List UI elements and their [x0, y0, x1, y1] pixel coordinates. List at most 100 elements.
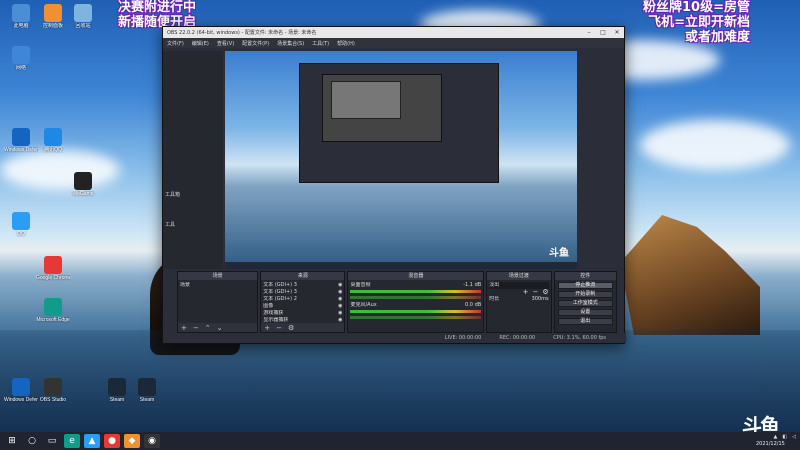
transition-duration[interactable]: 时长 300ms — [489, 296, 548, 303]
volume-slider[interactable] — [350, 316, 482, 319]
desktop-icon[interactable]: QQ — [4, 210, 38, 246]
settings-button[interactable]: 设置 — [557, 309, 614, 316]
task-view-icon[interactable]: ▭ — [44, 434, 60, 448]
network-icon — [12, 46, 30, 64]
remove-icon[interactable]: − — [276, 324, 282, 332]
desktop-icon[interactable]: WeGame — [66, 170, 100, 206]
volume-tray-icon[interactable]: ◁ — [792, 434, 796, 440]
add-icon[interactable]: + — [264, 324, 270, 332]
minimize-icon[interactable]: – — [582, 29, 596, 36]
menu-tools[interactable]: 工具(T) — [312, 40, 329, 47]
steam-icon — [108, 378, 126, 396]
down-icon[interactable]: ⌄ — [217, 324, 223, 332]
desktop-icon[interactable]: Steam — [130, 376, 164, 412]
desktop-icon[interactable]: 此电脑 — [4, 2, 38, 38]
start-recording-button[interactable]: 开始录制 — [557, 291, 614, 298]
desktop-icon[interactable]: 腾讯QQ — [36, 126, 70, 162]
menu-help[interactable]: 帮助(H) — [337, 40, 355, 47]
add-icon[interactable]: + — [181, 324, 187, 332]
gear-icon[interactable]: ⚙ — [288, 324, 294, 332]
source-item[interactable]: 文本 (GDI+) 3 ◉ — [263, 282, 342, 289]
menu-profile[interactable]: 配置文件(P) — [242, 40, 269, 47]
sources-dock: 来源 文本 (GDI+) 3 ◉ 文本 (GDI+) 3 ◉ 文本 (GDI+) 2… — [260, 271, 346, 333]
remove-icon[interactable]: − — [193, 324, 199, 332]
scenes-toolbar: + − ⌃ ⌄ — [178, 323, 258, 332]
obs-taskbar-icon[interactable]: ◉ — [144, 434, 160, 448]
rock-formation — [620, 215, 760, 335]
obs-window[interactable]: OBS 22.0.2 (64-bit, windows) - 配置文件: 未命名… — [162, 26, 626, 344]
source-item[interactable]: 图像 ◉ — [263, 303, 342, 310]
menu-scene-collection[interactable]: 场景集合(S) — [277, 40, 304, 47]
store-taskbar-icon[interactable]: ▲ — [84, 434, 100, 448]
desktop-icon[interactable]: Google Chrome — [36, 254, 70, 290]
start-icon[interactable]: ⊞ — [4, 434, 20, 448]
scenes-dock: 场景 场景 + − ⌃ ⌄ — [177, 271, 259, 333]
obs-titlebar[interactable]: OBS 22.0.2 (64-bit, windows) - 配置文件: 未命名… — [163, 27, 624, 38]
tray-icon[interactable]: ▲ — [774, 434, 778, 440]
edge-icon — [44, 298, 62, 316]
search-icon[interactable]: ○ — [24, 434, 40, 448]
scenes-title: 场景 — [178, 272, 258, 280]
system-tray: ▲ ◧ ◁ — [774, 434, 796, 440]
mixer-title: 混音器 — [348, 272, 484, 280]
gear-icon[interactable]: ⚙ — [542, 289, 548, 296]
live-timer: LIVE: 00:00:00 — [444, 335, 482, 341]
obs-left-panel: 工具箱 工具 — [163, 51, 223, 269]
network-tray-icon[interactable]: ◧ — [782, 434, 787, 440]
menu-file[interactable]: 文件(F) — [167, 40, 184, 47]
transition-type-select[interactable]: 淡出 — [489, 282, 549, 289]
sources-toolbar: + − ⚙ — [261, 323, 345, 332]
taskbar-date: 2021/12/15 — [756, 441, 785, 447]
obs-icon — [44, 378, 62, 396]
source-item[interactable]: 游戏捕获 ◉ — [263, 310, 342, 317]
exit-button[interactable]: 退出 — [557, 318, 614, 325]
scene-item[interactable]: 场景 — [180, 282, 255, 289]
desktop-icon[interactable]: Windows Defender — [4, 376, 38, 412]
volume-slider[interactable] — [350, 296, 482, 299]
remove-icon[interactable]: − — [532, 289, 538, 296]
desktop-icon[interactable]: OBS Studio — [36, 376, 70, 412]
edge-taskbar-icon[interactable]: e — [64, 434, 80, 448]
desktop-icon[interactable]: 控制面板 — [36, 2, 70, 38]
transitions-dock: 场景过渡 淡出 + − ⚙ 时长 300ms — [486, 271, 552, 333]
desktop-icon[interactable]: 网络 — [4, 44, 38, 80]
menu-view[interactable]: 查看(V) — [217, 40, 234, 47]
controls-title: 控件 — [554, 272, 617, 280]
eye-icon: ◉ — [338, 289, 343, 295]
obs-preview[interactable]: 斗鱼 — [225, 51, 577, 269]
obs-docks: 场景 场景 + − ⌃ ⌄ 来源 文本 (GDI+) 3 ◉ 文本 (GDI+) 3 ◉ … — [177, 271, 618, 333]
preview-taskbar — [225, 262, 577, 269]
obs-statusbar: LIVE: 00:00:00 REC: 00:00:00 CPU: 3.1%, … — [163, 333, 626, 343]
transitions-title: 场景过渡 — [487, 272, 551, 280]
maximize-icon[interactable]: □ — [596, 29, 610, 36]
desktop-icon[interactable]: Microsoft Edge — [36, 296, 70, 332]
stop-streaming-button[interactable]: 停止推流 — [557, 282, 614, 289]
menu-edit[interactable]: 编辑(E) — [192, 40, 209, 47]
toolbox-label: 工具箱 — [165, 192, 181, 198]
audio-meter — [350, 290, 482, 293]
recycle-bin-icon — [74, 4, 92, 22]
obs-menubar: 文件(F) 编辑(E) 查看(V) 配置文件(P) 场景集合(S) 工具(T) … — [163, 38, 624, 48]
up-icon[interactable]: ⌃ — [205, 324, 211, 332]
add-icon[interactable]: + — [523, 289, 529, 296]
control-panel-icon — [44, 4, 62, 22]
desktop-icon[interactable]: Steam — [100, 376, 134, 412]
source-item[interactable]: 文本 (GDI+) 3 ◉ — [263, 289, 342, 296]
sources-title: 来源 — [261, 272, 345, 280]
desktop-icon[interactable]: Windows Defender — [4, 126, 38, 162]
eye-icon: ◉ — [338, 282, 343, 288]
preview-obs-nested-3 — [331, 81, 401, 119]
source-item[interactable]: 文本 (GDI+) 2 ◉ — [263, 296, 342, 303]
eye-icon: ◉ — [338, 303, 343, 309]
studio-mode-button[interactable]: 工作室模式 — [557, 300, 614, 307]
eye-icon: ◉ — [338, 310, 343, 316]
rec-timer: REC: 00:00:00 — [499, 335, 536, 341]
app-taskbar-icon[interactable]: ◆ — [124, 434, 140, 448]
preview-obs-nested — [299, 63, 499, 183]
close-icon[interactable]: ✕ — [610, 29, 624, 36]
desktop-icon[interactable]: 回收站 — [66, 2, 100, 38]
preview-brand-logo: 斗鱼 — [549, 248, 569, 259]
chrome-taskbar-icon[interactable]: ● — [104, 434, 120, 448]
computer-icon — [12, 4, 30, 22]
controls-dock: 控件 停止推流 开始录制 工作室模式 设置 退出 — [553, 271, 618, 333]
